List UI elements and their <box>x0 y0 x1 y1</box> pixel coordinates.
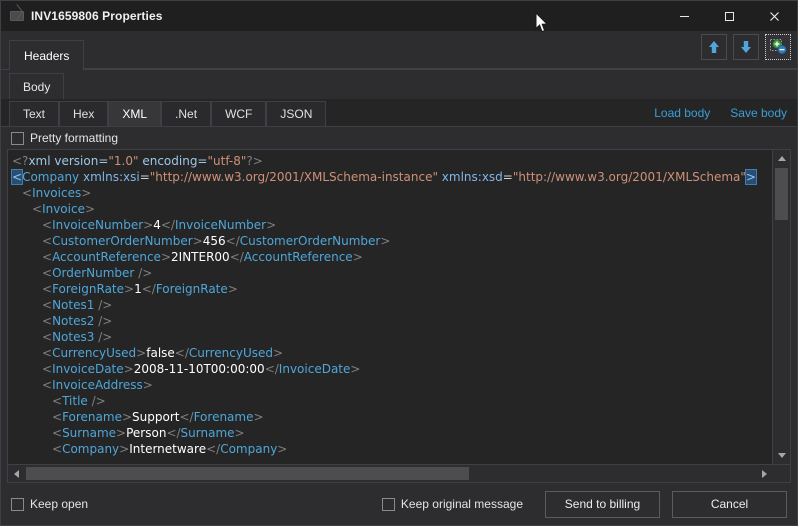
code-line: <Notes2 /> <box>12 313 772 329</box>
editor-content-row: <?xml version="1.0" encoding="utf-8"?><C… <box>8 150 790 464</box>
vertical-scroll-thumb[interactable] <box>775 168 788 220</box>
keep-original-label: Keep original message <box>401 497 523 511</box>
vertical-scrollbar[interactable] <box>772 150 790 464</box>
minimize-button[interactable] <box>662 1 707 31</box>
pretty-formatting-checkbox[interactable] <box>11 132 24 145</box>
window-controls <box>662 1 797 31</box>
xml-source-text[interactable]: <?xml version="1.0" encoding="utf-8"?><C… <box>8 150 772 464</box>
tab-wcf[interactable]: WCF <box>211 101 266 126</box>
code-line: <Invoice> <box>12 201 772 217</box>
load-body-link[interactable]: Load body <box>644 99 720 126</box>
code-line: <InvoiceNumber>4</InvoiceNumber> <box>12 217 772 233</box>
cancel-label: Cancel <box>711 497 748 511</box>
keep-original-row[interactable]: Keep original message <box>382 497 523 511</box>
code-line: <CustomerOrderNumber>456</CustomerOrderN… <box>12 233 772 249</box>
save-body-label: Save body <box>730 106 787 120</box>
tab-dotnet[interactable]: .Net <box>161 101 211 126</box>
code-line: <Title /> <box>12 393 772 409</box>
tab-headers-label: Headers <box>24 49 69 63</box>
tab-json[interactable]: JSON <box>266 101 326 126</box>
tab-wcf-label: WCF <box>225 107 252 121</box>
code-line: <InvoiceAddress> <box>12 377 772 393</box>
close-button[interactable] <box>752 1 797 31</box>
code-line: <OrderNumber /> <box>12 265 772 281</box>
send-to-billing-button[interactable]: Send to billing <box>545 491 660 518</box>
tab-text-label: Text <box>23 107 45 121</box>
horizontal-scrollbar[interactable] <box>8 464 790 482</box>
code-line: <?xml version="1.0" encoding="utf-8"?> <box>12 153 772 169</box>
body-tab-strip: Body <box>1 70 797 99</box>
pretty-formatting-row[interactable]: Pretty formatting <box>1 127 797 149</box>
send-to-billing-label: Send to billing <box>565 497 640 511</box>
code-line: <CurrencyUsed>false</CurrencyUsed> <box>12 345 772 361</box>
tab-body-label: Body <box>23 80 50 94</box>
arrow-up-icon <box>706 39 722 55</box>
code-line: <Company xmlns:xsi="http://www.w3.org/20… <box>12 169 772 185</box>
title-bar[interactable]: INV1659806 Properties <box>1 1 797 31</box>
tab-body[interactable]: Body <box>9 73 64 99</box>
move-up-button[interactable] <box>701 34 727 60</box>
code-line: <ForeignRate>1</ForeignRate> <box>12 281 772 297</box>
pretty-formatting-label: Pretty formatting <box>30 131 118 145</box>
format-tab-strip: Text Hex XML .Net WCF JSON Load body Sav… <box>1 99 797 127</box>
keep-open-label: Keep open <box>30 497 88 511</box>
keep-original-checkbox[interactable] <box>382 498 395 511</box>
tab-text[interactable]: Text <box>9 101 59 126</box>
code-line: <Notes3 /> <box>12 329 772 345</box>
format-tab-filler <box>326 99 644 126</box>
tab-hex[interactable]: Hex <box>59 101 108 126</box>
window-title: INV1659806 Properties <box>31 9 163 23</box>
code-line: <Invoices> <box>12 185 772 201</box>
scrollbar-corner <box>773 465 790 482</box>
scroll-left-button[interactable] <box>8 465 25 482</box>
expand-collapse-button[interactable] <box>765 34 791 60</box>
horizontal-scroll-thumb[interactable] <box>26 467 469 480</box>
code-line: <Notes1 /> <box>12 297 772 313</box>
mail-envelope-icon <box>9 8 25 24</box>
tab-headers[interactable]: Headers <box>9 40 84 70</box>
outer-tab-strip: Headers <box>1 31 797 70</box>
expand-collapse-icon <box>769 38 787 56</box>
save-body-link[interactable]: Save body <box>720 99 797 126</box>
xml-editor[interactable]: <?xml version="1.0" encoding="utf-8"?><C… <box>7 149 791 483</box>
move-down-button[interactable] <box>733 34 759 60</box>
scroll-up-button[interactable] <box>773 150 790 167</box>
tab-xml-label: XML <box>122 107 147 121</box>
keep-open-row[interactable]: Keep open <box>11 497 88 511</box>
tab-xml[interactable]: XML <box>108 101 161 126</box>
tab-json-label: JSON <box>280 107 312 121</box>
vertical-scroll-track[interactable] <box>773 220 790 447</box>
keep-open-checkbox[interactable] <box>11 498 24 511</box>
tab-dotnet-label: .Net <box>175 107 197 121</box>
dialog-footer: Keep open Keep original message Send to … <box>1 483 797 525</box>
maximize-button[interactable] <box>707 1 752 31</box>
cancel-button[interactable]: Cancel <box>672 491 787 518</box>
code-line: <Company>Internetware</Company> <box>12 441 772 457</box>
properties-dialog: INV1659806 Properties Headers <box>0 0 798 526</box>
tab-hex-label: Hex <box>73 107 94 121</box>
scroll-down-button[interactable] <box>773 447 790 464</box>
code-line: <AccountReference>2INTER00</AccountRefer… <box>12 249 772 265</box>
arrow-down-icon <box>738 39 754 55</box>
tab-strip-filler <box>84 39 797 69</box>
load-body-label: Load body <box>654 106 710 120</box>
code-line: <Surname>Person</Surname> <box>12 425 772 441</box>
code-line: <Forename>Support</Forename> <box>12 409 772 425</box>
scroll-right-button[interactable] <box>756 465 773 482</box>
header-toolbar <box>701 34 791 60</box>
code-line: <InvoiceDate>2008-11-10T00:00:00</Invoic… <box>12 361 772 377</box>
